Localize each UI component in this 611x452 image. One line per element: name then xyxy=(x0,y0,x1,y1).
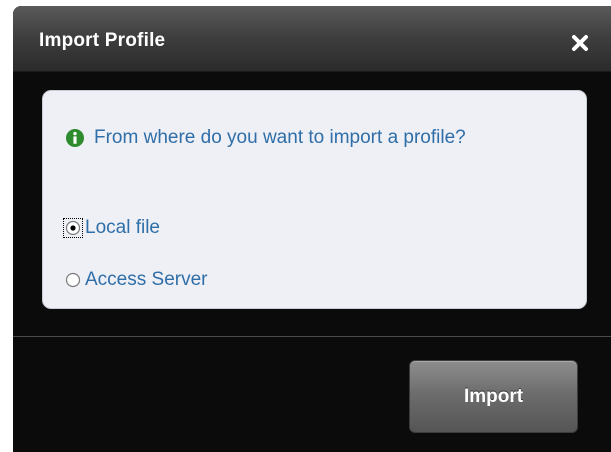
option-label-access-server: Access Server xyxy=(85,269,208,290)
close-icon[interactable] xyxy=(571,34,589,52)
footer-divider xyxy=(13,336,611,337)
import-question: From where do you want to import a profi… xyxy=(94,127,466,148)
import-button[interactable]: Import xyxy=(409,360,578,433)
option-local-file[interactable]: Local file xyxy=(63,215,160,241)
option-label-local-file: Local file xyxy=(85,217,160,238)
radio-access-server[interactable] xyxy=(65,272,81,288)
dialog-title: Import Profile xyxy=(39,30,166,51)
import-button-label: Import xyxy=(463,385,524,407)
option-access-server[interactable]: Access Server xyxy=(65,267,207,293)
dialog-titlebar: Import Profile xyxy=(13,6,611,72)
import-profile-dialog: Import Profile From where do you want to… xyxy=(13,6,611,452)
import-options-panel: From where do you want to import a profi… xyxy=(42,90,587,309)
radio-local-file[interactable] xyxy=(63,218,83,238)
